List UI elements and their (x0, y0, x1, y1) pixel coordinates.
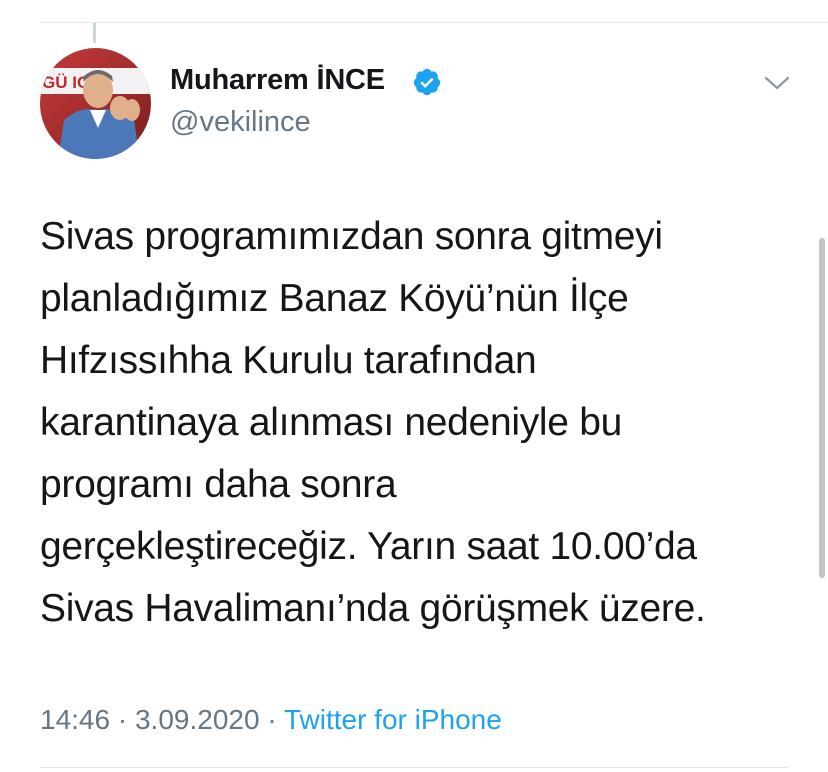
thread-connector-line (93, 23, 96, 43)
tweet-text-line: planladığımız Banaz Köyü’nün İlçe (40, 277, 629, 320)
tweet-text-line: Sivas Havalimanı’nda görüşmek üzere. (40, 587, 706, 630)
tweet-text-line: Hıfzıssıhha Kurulu tarafından (40, 339, 537, 382)
meta-separator: · (267, 704, 277, 735)
meta-separator: · (117, 704, 128, 735)
scrollbar[interactable] (819, 238, 825, 578)
chevron-down-icon[interactable] (762, 72, 792, 94)
avatar-image: GÜ ICE (40, 48, 151, 159)
tweet-text-line: karantinaya alınması nedeniyle bu (40, 401, 622, 444)
avatar[interactable]: GÜ ICE (40, 48, 151, 159)
tweet-text-line: Sivas programımızdan sonra gitmeyi (40, 215, 663, 258)
tweet-time[interactable]: 14:46 (40, 704, 110, 735)
tweet-text-line: programı daha sonra (40, 463, 397, 506)
tweet-text-line: gerçekleştireceğiz. Yarın saat 10.00’da (40, 525, 697, 568)
top-divider (40, 22, 828, 23)
display-name[interactable]: Muharrem İNCE (170, 64, 385, 97)
user-handle[interactable]: @vekilince (170, 106, 311, 139)
tweet-source-link[interactable]: Twitter for iPhone (284, 704, 502, 735)
tweet-text: Sivas programımızdan sonra gitmeyi planl… (40, 206, 810, 640)
verified-badge-icon (413, 68, 441, 96)
tweet-meta: 14:46 · 3.09.2020 · Twitter for iPhone (40, 704, 502, 736)
bottom-divider (40, 767, 788, 768)
tweet-date[interactable]: 3.09.2020 (135, 704, 260, 735)
